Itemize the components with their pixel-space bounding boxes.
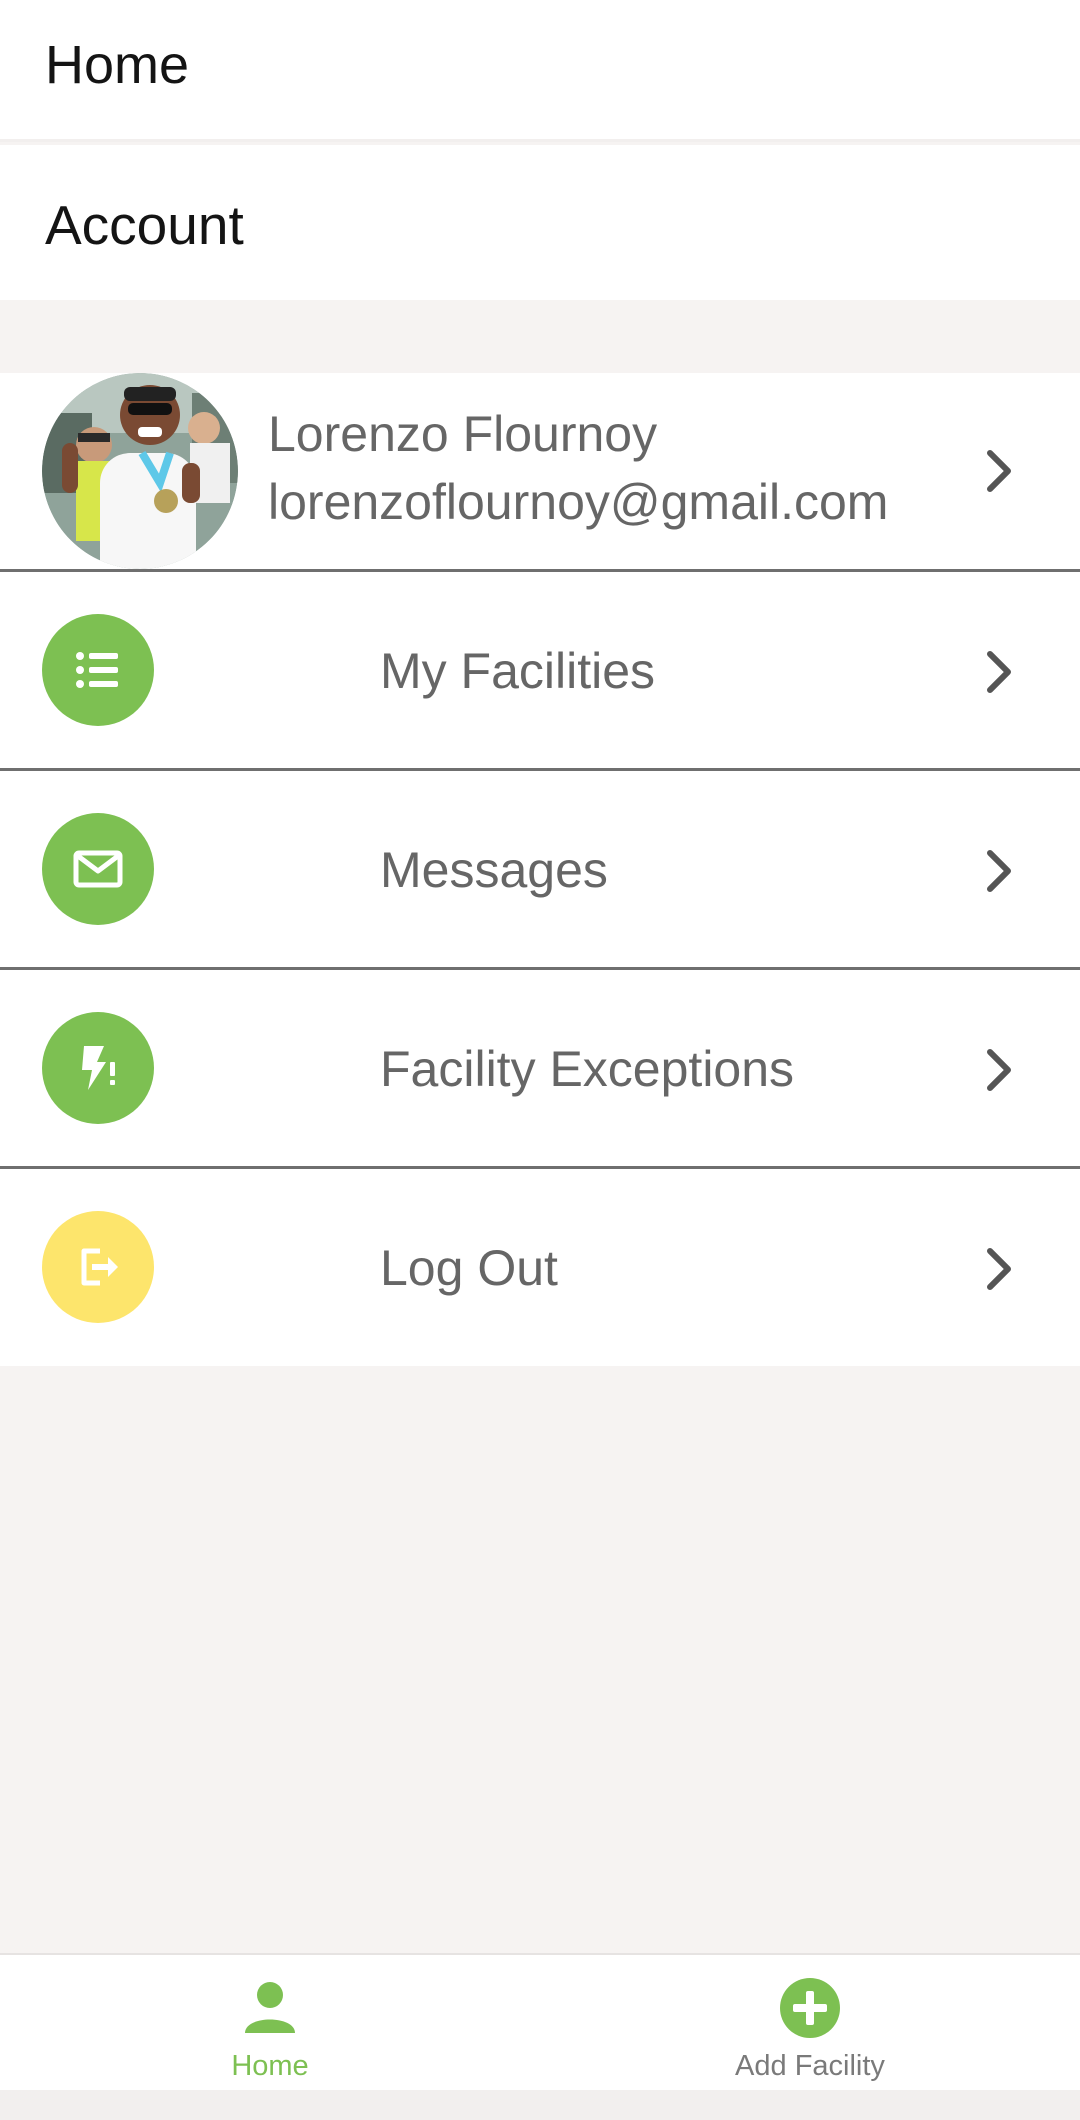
menu-item-log-out[interactable]: Log Out	[0, 1169, 1080, 1366]
page-title: Home	[45, 35, 190, 95]
menu-item-label: My Facilities	[380, 643, 656, 699]
section-title: Account	[45, 194, 244, 256]
profile-row[interactable]: Lorenzo Flournoy lorenzoflournoy@gmail.c…	[0, 373, 1080, 572]
nav-tab-add-facility[interactable]: Add Facility	[540, 1955, 1080, 2092]
chevron-right-icon	[987, 651, 1011, 693]
nav-tab-label: Add Facility	[735, 2050, 885, 2082]
menu-item-label: Log Out	[380, 1240, 558, 1296]
list-icon	[42, 614, 154, 726]
profile-name: Lorenzo Flournoy	[268, 406, 658, 462]
menu-item-facility-exceptions[interactable]: Facility Exceptions	[0, 970, 1080, 1169]
chevron-right-icon	[987, 850, 1011, 892]
add-circle-icon	[780, 1978, 840, 2038]
system-gesture-bar	[0, 2090, 1080, 2120]
flash-alert-icon	[42, 1012, 154, 1124]
account-menu-list: Lorenzo Flournoy lorenzoflournoy@gmail.c…	[0, 373, 1080, 1366]
avatar	[42, 373, 238, 569]
top-app-bar: Home	[0, 0, 1080, 142]
chevron-right-icon	[987, 1049, 1011, 1091]
chevron-right-icon	[987, 1248, 1011, 1290]
menu-item-my-facilities[interactable]: My Facilities	[0, 572, 1080, 771]
logout-icon	[42, 1211, 154, 1323]
person-icon	[245, 1982, 295, 2033]
menu-item-label: Facility Exceptions	[380, 1041, 795, 1097]
profile-email: lorenzoflournoy@gmail.com	[268, 474, 889, 530]
nav-tab-home[interactable]: Home	[0, 1955, 540, 2092]
chevron-right-icon	[987, 450, 1011, 492]
mail-icon	[42, 813, 154, 925]
menu-item-label: Messages	[380, 842, 608, 898]
menu-item-messages[interactable]: Messages	[0, 771, 1080, 970]
app-screen: Home Account Lorenzo Flournoy lorenzoflo…	[0, 0, 1080, 2120]
section-header: Account	[0, 145, 1080, 300]
bottom-navigation: Home Add Facility	[0, 1953, 1080, 2090]
nav-tab-label: Home	[231, 2050, 309, 2082]
